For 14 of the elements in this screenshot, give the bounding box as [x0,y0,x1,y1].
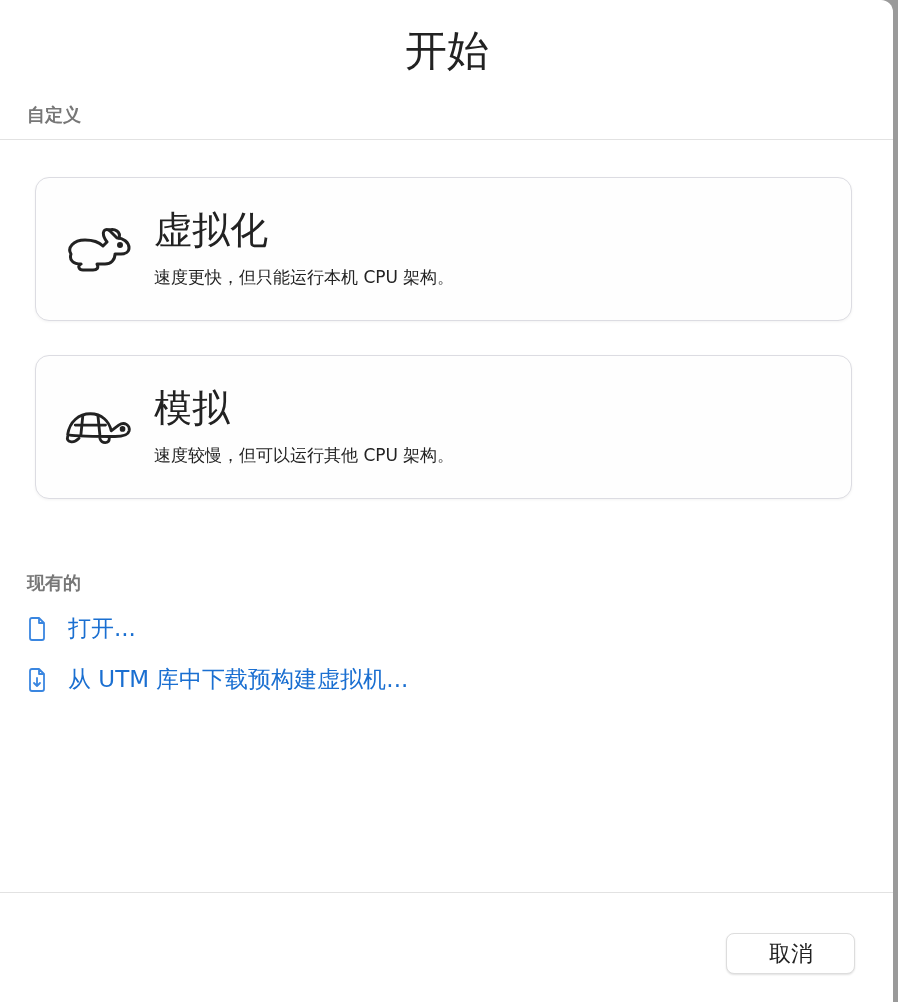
option-description: 速度更快，但只能运行本机 CPU 架构。 [154,266,455,290]
section-heading: 自定义 [27,104,82,126]
option-title: 模拟 [154,386,231,433]
option-title: 虚拟化 [154,208,269,255]
option-card[interactable]: 模拟 速度较慢，但可以运行其他 CPU 架构。 [35,354,852,499]
window-title: 开始 [403,28,490,75]
cancel-button[interactable]: 取消 [726,933,855,974]
section-heading: 现有的 [27,571,82,594]
link[interactable]: 打开... [68,613,136,645]
document-icon [28,616,46,641]
option-description: 速度较慢，但可以运行其他 CPU 架构。 [154,444,455,468]
option-card[interactable]: 虚拟化 速度更快，但只能运行本机 CPU 架构。 [35,176,852,321]
download-document-icon [28,667,46,692]
link[interactable]: 从 UTM 库中下载预构建虚拟机... [68,664,409,696]
